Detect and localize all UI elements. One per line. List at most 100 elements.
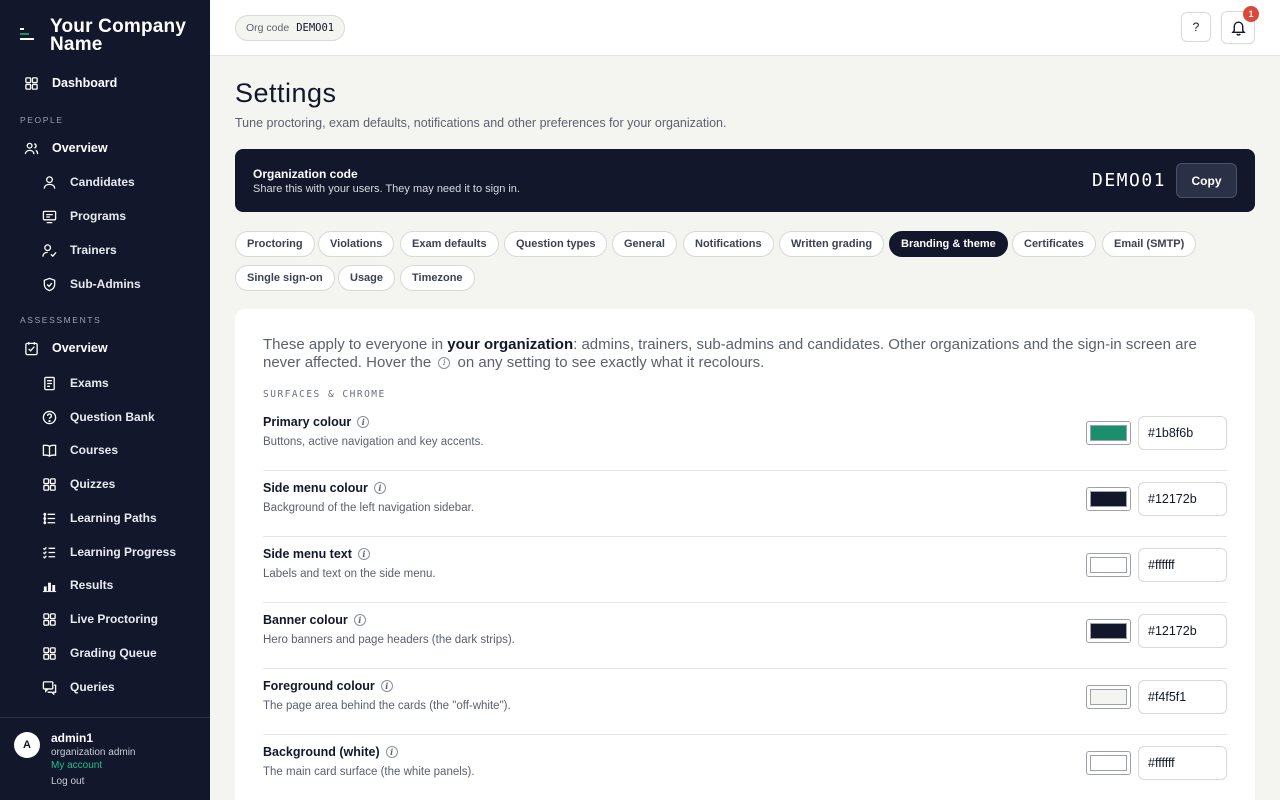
info-icon[interactable]: i: [385, 746, 398, 758]
branding-intro: These apply to everyone in your organiza…: [263, 336, 1223, 372]
grid-icon: [22, 74, 40, 92]
intro-emphasis: your organization: [447, 336, 574, 353]
banner-title: Organization code: [253, 167, 358, 181]
sidebar-item-people-overview[interactable]: Overview: [0, 134, 210, 162]
sidebar-item-grading-queue[interactable]: Grading Queue: [0, 639, 210, 667]
sidebar-item-queries[interactable]: Queries: [0, 673, 210, 701]
setting-name: Banner colour: [263, 613, 348, 627]
user-check-icon: [40, 241, 58, 259]
avatar[interactable]: A: [14, 732, 40, 758]
sidebar-item-label: Sub-Admins: [70, 277, 141, 291]
section-label-people: PEOPLE: [20, 115, 64, 125]
tab-general[interactable]: General: [612, 231, 677, 257]
tab-timezone[interactable]: Timezone: [400, 265, 475, 291]
sidebar-item-label: Programs: [70, 209, 127, 223]
tab-notifications[interactable]: Notifications: [683, 231, 774, 257]
info-icon[interactable]: i: [357, 548, 370, 560]
setting-name: Primary colour: [263, 415, 352, 429]
sidebar-item-label: Live Proctoring: [70, 612, 159, 626]
org-code-banner: Organization code Share this with your u…: [235, 149, 1255, 212]
tab-exam-defaults[interactable]: Exam defaults: [400, 231, 499, 257]
setting-side-menu-text: Side menu text i Labels and text on the s…: [263, 537, 1227, 603]
logout-link[interactable]: Log out: [51, 776, 84, 787]
list-icon: [40, 509, 58, 527]
info-icon: i: [438, 357, 451, 370]
user-name: admin1: [51, 731, 94, 745]
setting-name: Foreground colour: [263, 679, 375, 693]
my-account-link[interactable]: My account: [51, 760, 102, 771]
setting-name: Background (white): [263, 745, 380, 759]
checkbox-icon: [22, 339, 40, 357]
sidebar-item-courses[interactable]: Courses: [0, 436, 210, 464]
setting-banner-colour: Banner colour i Hero banners and page hea…: [263, 603, 1227, 669]
color-swatch[interactable]: [1086, 487, 1131, 511]
branding-card: These apply to everyone in your organiza…: [235, 309, 1255, 800]
tab-single-sign-on[interactable]: Single sign-on: [235, 265, 335, 291]
document-icon: [40, 374, 58, 392]
tab-usage[interactable]: Usage: [338, 265, 396, 291]
sidebar-item-exams[interactable]: Exams: [0, 369, 210, 397]
sidebar-item-learning-paths[interactable]: Learning Paths: [0, 504, 210, 532]
sidebar-item-programs[interactable]: Programs: [0, 202, 210, 230]
setting-side-menu-colour: Side menu colour i Background of the left…: [263, 471, 1227, 537]
copy-button[interactable]: Copy: [1176, 163, 1237, 198]
user-icon: [40, 173, 58, 191]
brand[interactable]: Your Company Name: [20, 17, 200, 54]
sidebar-item-learning-progress[interactable]: Learning Progress: [0, 538, 210, 566]
sidebar-item-assessments-overview[interactable]: Overview: [0, 334, 210, 362]
setting-label: Side menu colour i: [263, 481, 389, 495]
setting-label: Foreground colour i: [263, 679, 396, 693]
sidebar-item-dashboard[interactable]: Dashboard: [0, 69, 210, 97]
section-label-surfaces: SURFACES & CHROME: [263, 389, 386, 400]
hex-input[interactable]: #12172b: [1138, 482, 1227, 516]
sidebar-item-trainers[interactable]: Trainers: [0, 236, 210, 264]
info-icon[interactable]: i: [353, 614, 366, 626]
question-circle-icon: [40, 408, 58, 426]
intro-text: These apply to everyone in: [263, 336, 448, 353]
sidebar-item-label: Grading Queue: [70, 646, 157, 660]
help-button[interactable]: ?: [1181, 12, 1211, 42]
sidebar: Your Company Name Dashboard PEOPLE Overv…: [0, 0, 210, 800]
sidebar-item-label: Quizzes: [70, 477, 116, 491]
bar-chart-icon: [40, 576, 58, 594]
sidebar-item-label: Queries: [70, 680, 115, 694]
users-icon: [22, 139, 40, 157]
sidebar-item-label: Courses: [70, 443, 119, 457]
tab-question-types[interactable]: Question types: [504, 231, 608, 257]
org-code-pill: Org code DEMO01: [235, 15, 346, 41]
setting-description: The main card surface (the white panels)…: [263, 766, 475, 778]
info-icon[interactable]: i: [373, 482, 386, 494]
tab-certificates[interactable]: Certificates: [1012, 231, 1096, 257]
sidebar-item-label: Question Bank: [70, 410, 155, 424]
tab-violations[interactable]: Violations: [318, 231, 395, 257]
info-icon[interactable]: i: [357, 416, 370, 428]
hex-input[interactable]: #f4f5f1: [1138, 680, 1227, 714]
setting-label: Background (white) i: [263, 745, 401, 759]
tab-branding-theme[interactable]: Branding & theme: [889, 231, 1008, 257]
tab-email-smtp[interactable]: Email (SMTP): [1102, 231, 1197, 257]
hex-input[interactable]: #ffffff: [1138, 746, 1227, 780]
info-icon[interactable]: i: [380, 680, 393, 692]
tab-proctoring[interactable]: Proctoring: [235, 231, 315, 257]
hex-input[interactable]: #ffffff: [1138, 548, 1227, 582]
org-code-value: DEMO01: [296, 22, 335, 34]
color-swatch[interactable]: [1086, 421, 1131, 445]
sidebar-item-label: Trainers: [70, 243, 117, 257]
sidebar-item-live-proctoring[interactable]: Live Proctoring: [0, 605, 210, 633]
color-swatch[interactable]: [1086, 619, 1131, 643]
tab-written-grading[interactable]: Written grading: [779, 231, 885, 257]
sidebar-item-question-bank[interactable]: Question Bank: [0, 403, 210, 431]
section-label-assessments: ASSESSMENTS: [20, 315, 102, 325]
color-swatch[interactable]: [1086, 751, 1131, 775]
sidebar-item-candidates[interactable]: Candidates: [0, 168, 210, 196]
sidebar-item-quizzes[interactable]: Quizzes: [0, 470, 210, 498]
color-swatch[interactable]: [1086, 553, 1131, 577]
hex-input[interactable]: #12172b: [1138, 614, 1227, 648]
color-swatch[interactable]: [1086, 685, 1131, 709]
setting-description: Labels and text on the side menu.: [263, 568, 436, 580]
sidebar-item-sub-admins[interactable]: Sub-Admins: [0, 270, 210, 298]
hex-input[interactable]: #1b8f6b: [1138, 416, 1227, 450]
sidebar-item-label: Learning Progress: [70, 545, 177, 559]
monitor-icon: [40, 207, 58, 225]
sidebar-item-results[interactable]: Results: [0, 571, 210, 599]
